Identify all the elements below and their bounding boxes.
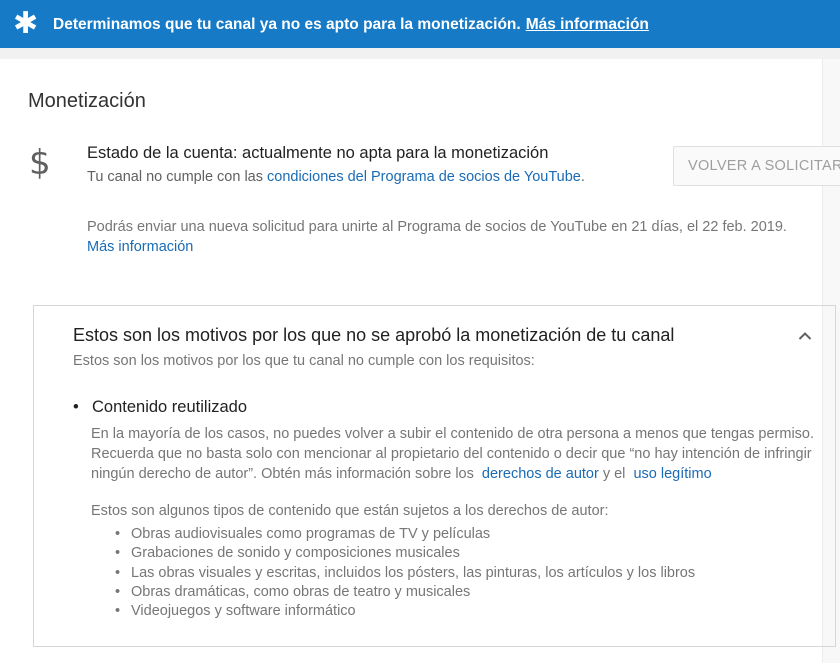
banner-more-info-link[interactable]: Más información: [526, 16, 649, 33]
reasons-panel-subtitle: Estos son los motivos por los que tu can…: [73, 353, 535, 369]
reason-item: • Contenido reutilizado: [73, 398, 247, 417]
list-item: Obras audiovisuales como programas de TV…: [115, 525, 695, 545]
resubmit-more-info-link[interactable]: Más información: [87, 239, 193, 255]
reasons-panel-title: Estos son los motivos por los que no se …: [73, 325, 675, 345]
partner-program-terms-link[interactable]: condiciones del Programa de socios de Yo…: [267, 169, 581, 185]
list-item: Videojuegos y software informático: [115, 602, 695, 622]
list-item: Obras dramáticas, como obras de teatro y…: [115, 583, 695, 603]
reason-explanation: En la mayoría de los casos, no puedes vo…: [91, 424, 831, 484]
content-types-intro: Estos son algunos tipos de contenido que…: [91, 503, 609, 519]
page-title: Monetización: [28, 90, 146, 112]
list-item: Grabaciones de sonido y composiciones mu…: [115, 544, 695, 564]
fair-use-link[interactable]: uso legítimo: [633, 466, 711, 482]
reapply-button[interactable]: VOLVER A SOLICITAR: [673, 146, 840, 186]
banner-message: Determinamos que tu canal ya no es apto …: [53, 16, 521, 33]
status-sub-suffix: .: [580, 169, 585, 185]
copyright-link[interactable]: derechos de autor: [482, 466, 599, 482]
dollar-icon: $: [29, 143, 51, 183]
account-status-subtitle: Tu canal no cumple con las condiciones d…: [87, 169, 585, 185]
bullet: •: [73, 398, 79, 416]
content-types-list: Obras audiovisuales como programas de TV…: [115, 525, 695, 622]
list-item: Las obras visuales y escritas, incluidos…: [115, 564, 695, 584]
asterisk-icon: ✱: [13, 6, 39, 41]
chevron-up-icon[interactable]: [798, 329, 812, 343]
status-sub-prefix: Tu canal no cumple con las: [87, 169, 263, 185]
resubmit-text: Podrás enviar una nueva solicitud para u…: [87, 219, 787, 235]
notification-banner: ✱ Determinamos que tu canal ya no es apt…: [0, 0, 840, 48]
header-divider: [0, 48, 840, 59]
resubmit-notice: Podrás enviar una nueva solicitud para u…: [87, 217, 817, 257]
account-status-title: Estado de la cuenta: actualmente no apta…: [87, 144, 549, 162]
banner-text: Determinamos que tu canal ya no es apto …: [53, 16, 649, 34]
explain-text-2: y el: [602, 466, 626, 482]
rejection-reasons-panel: Estos son los motivos por los que no se …: [33, 305, 836, 647]
reason-title: Contenido reutilizado: [92, 398, 248, 416]
